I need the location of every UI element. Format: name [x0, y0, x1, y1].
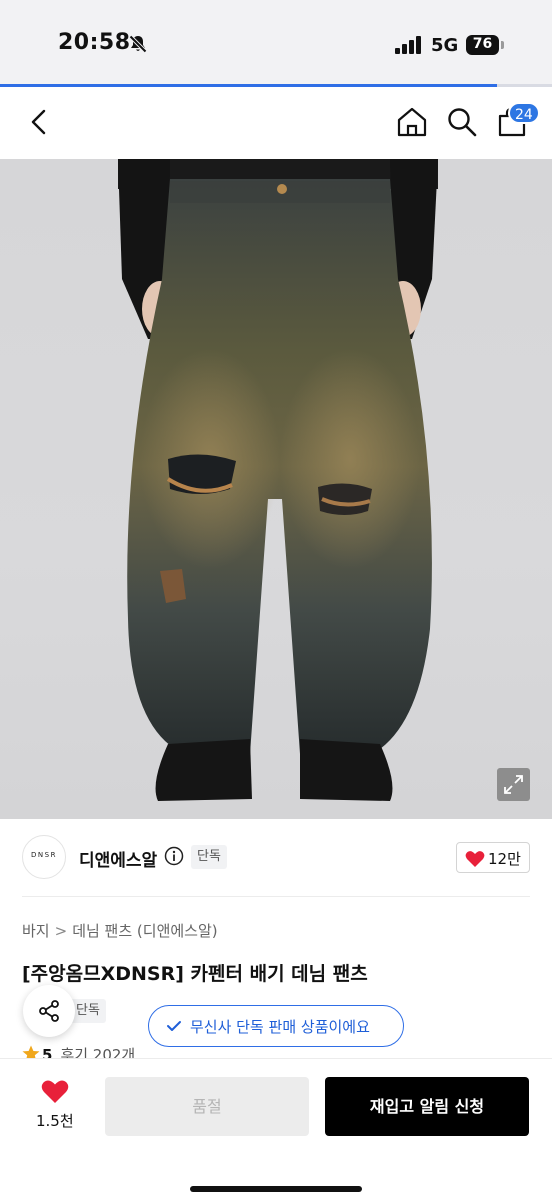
bell-off-icon [129, 35, 147, 53]
heart-icon [465, 851, 485, 867]
cart-count-badge: 24 [508, 102, 540, 124]
expand-icon[interactable] [497, 768, 530, 801]
exclusive-tag: 단독 [191, 845, 227, 869]
product-title: [주앙옴므XDNSR] 카펜터 배기 데님 팬츠 [22, 963, 368, 985]
status-bar: 20:58 5G 76 [0, 0, 552, 86]
battery-icon: 76 [466, 35, 504, 55]
wish-count: 1.5천 [36, 1112, 74, 1130]
battery-level: 76 [472, 36, 493, 52]
breadcrumb-item-category[interactable]: 바지 [22, 920, 50, 941]
soldout-button[interactable]: 품절 [105, 1077, 309, 1136]
product-image[interactable] [0, 159, 552, 819]
brand-logo[interactable]: DNSR [22, 835, 66, 879]
signal-icon [395, 36, 421, 54]
like-count: 12만 [488, 850, 521, 868]
info-icon[interactable] [164, 846, 184, 866]
heart-icon[interactable] [41, 1079, 69, 1104]
divider [22, 896, 530, 897]
search-icon[interactable] [446, 106, 478, 138]
brand-logo-text: DNSR [31, 851, 57, 859]
restock-alert-button[interactable]: 재입고 알림 신청 [325, 1077, 529, 1136]
like-button[interactable]: 12만 [456, 842, 530, 873]
status-time: 20:58 [58, 30, 131, 55]
exclusive-small-tag: 단독 [70, 999, 106, 1023]
check-icon [167, 1021, 181, 1031]
back-icon[interactable] [26, 107, 52, 137]
home-indicator [190, 1186, 362, 1192]
breadcrumb-separator: > [54, 922, 68, 940]
share-button[interactable] [23, 985, 75, 1037]
exclusive-banner-text: 무신사 단독 판매 상품이에요 [190, 1018, 370, 1036]
home-icon[interactable] [396, 106, 428, 138]
nav-bar [0, 87, 552, 159]
share-icon [39, 1000, 59, 1022]
breadcrumb: 바지 > 데님 팬츠 (디앤에스알) [22, 920, 218, 941]
exclusive-banner: 무신사 단독 판매 상품이에요 [148, 1005, 404, 1047]
network-type: 5G [431, 35, 459, 56]
brand-name[interactable]: 디앤에스알 [79, 846, 157, 871]
product-photo [118, 159, 438, 801]
breadcrumb-item-subcategory[interactable]: 데님 팬츠 (디앤에스알) [72, 920, 217, 941]
